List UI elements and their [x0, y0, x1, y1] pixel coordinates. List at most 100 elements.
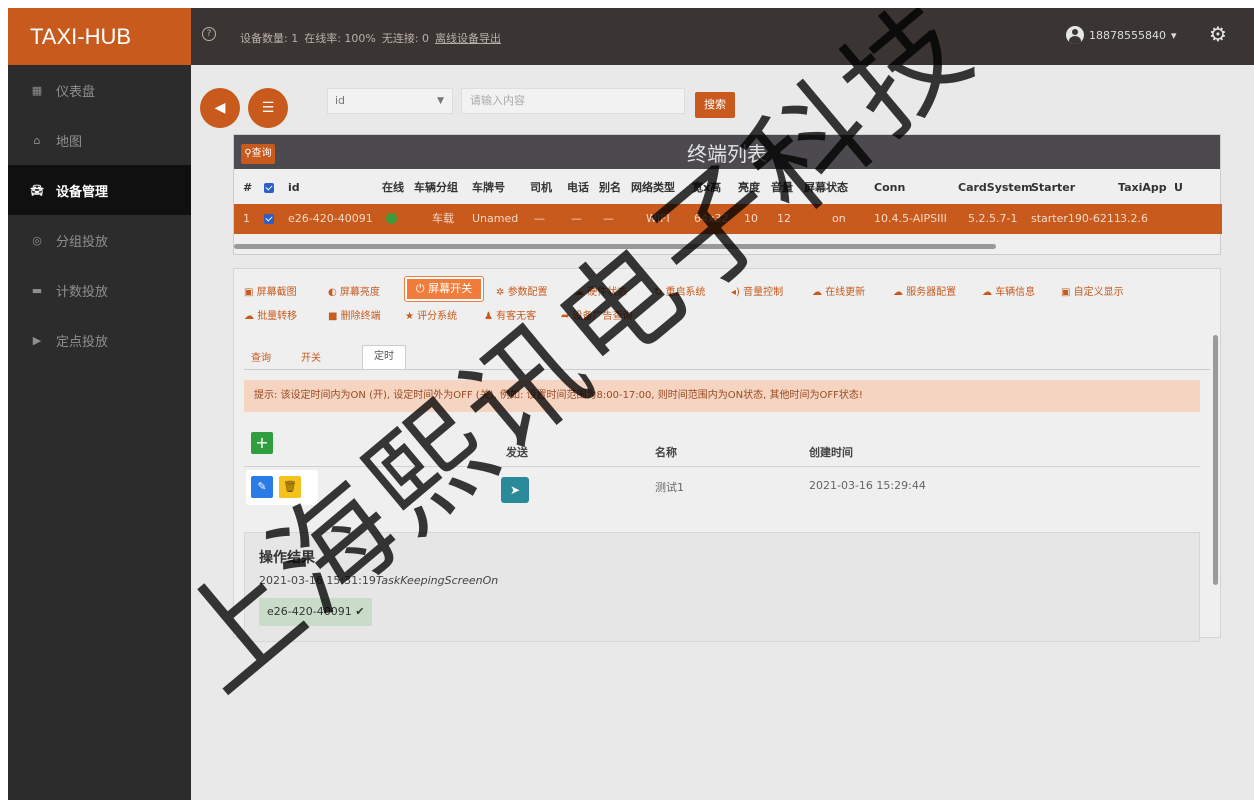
cell-plate: Unamed [472, 212, 519, 225]
search-input[interactable]: 请输入内容 [461, 88, 685, 114]
col-created: 创建时间 [809, 446, 853, 459]
op-reboot[interactable]: ↻ 重启系统 [654, 283, 706, 298]
share-icon: ➦ [561, 311, 573, 322]
op-passenger[interactable]: ♟ 有客无客 [484, 307, 536, 322]
col-header[interactable]: TaxiApp [1118, 173, 1167, 203]
col-header[interactable]: 网络类型 [631, 173, 675, 203]
op-online-update[interactable]: ☁ 在线更新 [812, 283, 865, 298]
sidebar-item-dashboard[interactable]: ▦ 仪表盘 [8, 65, 191, 115]
back-button[interactable]: ◀ [200, 88, 240, 128]
help-icon[interactable]: ? [202, 27, 216, 41]
sidebar-item-device-management[interactable]: 🚘︎ 设备管理 [8, 165, 191, 215]
sidebar-item-map[interactable]: ⌂ 地图 [8, 115, 191, 165]
paper-plane-icon: ➤ [509, 483, 521, 497]
col-header[interactable]: CardSystem [958, 173, 1033, 203]
op-label: 重启系统 [665, 287, 706, 298]
col-header[interactable]: 电话 [567, 173, 589, 203]
col-header[interactable]: 音量 [771, 173, 793, 203]
brand-logo[interactable]: TAXI-HUB [8, 8, 191, 65]
col-header[interactable]: Starter [1031, 173, 1075, 203]
result-timestamp: 2021-03-16 15:31:19 [259, 574, 376, 587]
chevron-down-icon: ▼ [437, 96, 444, 106]
op-custom-display[interactable]: ▣ 自定义显示 [1061, 283, 1124, 298]
cell-alias: — [603, 212, 614, 225]
row-actions: ✎ 🗑︎ [246, 470, 318, 505]
cell-cardsystem: 5.2.5.7-1 [968, 212, 1018, 225]
col-header[interactable]: 别名 [599, 173, 621, 203]
dashboard-icon: ▦ [31, 83, 43, 97]
tab-switch[interactable]: 开关 [301, 349, 321, 364]
op-volume[interactable]: ◂) 音量控制 [731, 283, 783, 298]
device-stats: 设备数量: 1 在线率: 100% 无连接: 0 离线设备导出 [240, 30, 501, 46]
op-batch-transfer[interactable]: ☁ 批量转移 [244, 307, 297, 322]
cloud-icon: ☁ [982, 287, 996, 298]
horizontal-scrollbar[interactable] [234, 244, 996, 249]
caret-down-icon: ▾ [1170, 28, 1177, 42]
op-label: 车辆信息 [995, 287, 1036, 298]
op-screenshot[interactable]: ▣ 屏幕截图 [244, 283, 297, 298]
table-row[interactable]: 1 e26-420-40091 车载 Unamed — — — WIFI 64x… [234, 204, 1222, 234]
sidebar-item-label: 分组投放 [56, 234, 109, 250]
op-params[interactable]: ✲ 参数配置 [496, 283, 548, 298]
add-schedule-button[interactable]: + [251, 432, 273, 454]
username: 18878555840 [1089, 28, 1166, 42]
no-connection: 无连接: 0 [381, 32, 430, 45]
cog-icon: ✲ [496, 287, 508, 298]
col-header[interactable]: # [243, 173, 252, 203]
op-screen-switch[interactable]: ⏻ 屏幕开关 [405, 277, 483, 301]
col-header[interactable]: 宽x高 [692, 173, 721, 203]
col-header[interactable]: U [1174, 173, 1183, 203]
list-button[interactable]: ☰ [248, 88, 288, 128]
op-label: 批量转移 [257, 311, 298, 322]
search-button[interactable]: 搜索 [695, 92, 735, 118]
delete-button[interactable]: 🗑︎ [279, 476, 301, 498]
row-checkbox[interactable] [264, 204, 274, 236]
op-server-config[interactable]: ☁ 服务器配置 [893, 283, 956, 298]
col-header[interactable]: 车牌号 [472, 173, 505, 203]
camera-icon: ▣ [244, 287, 257, 298]
col-header[interactable]: 车辆分组 [414, 173, 458, 203]
op-label: 评分系统 [417, 311, 458, 322]
op-hardware[interactable]: ☁ 硬件状态 [574, 283, 627, 298]
op-rating[interactable]: ★ 评分系统 [405, 307, 457, 322]
vertical-scrollbar[interactable] [1213, 335, 1218, 585]
user-menu[interactable]: 18878555840 ▾ [1066, 26, 1177, 44]
search-field-select[interactable]: id ▼ [327, 88, 453, 114]
op-vehicle-info[interactable]: ☁ 车辆信息 [982, 283, 1035, 298]
operations-panel: ▣ 屏幕截图 ◐ 屏幕亮度 ⏻ 屏幕开关 ✲ 参数配置 ☁ 硬件状态 ↻ 重启系… [233, 268, 1221, 642]
tab-timer[interactable]: 定时 [362, 345, 406, 369]
cloud-icon: ☁ [893, 287, 907, 298]
col-header[interactable]: Conn [874, 173, 905, 203]
op-label: 在线更新 [825, 287, 866, 298]
gear-icon[interactable]: ⚙ [1209, 22, 1227, 46]
col-header[interactable]: id [288, 173, 300, 203]
sidebar-item-fixed-delivery[interactable]: ▶ 定点投放 [8, 315, 191, 365]
schedule-created: 2021-03-16 15:29:44 [809, 479, 926, 492]
table-title: 终端列表 [687, 142, 767, 166]
col-header[interactable]: 在线 [382, 173, 404, 203]
op-brightness[interactable]: ◐ 屏幕亮度 [328, 283, 380, 298]
send-button[interactable]: ➤ [501, 477, 529, 503]
car-icon: 🚘︎ [30, 183, 44, 197]
col-header[interactable]: 亮度 [738, 173, 760, 203]
search-placeholder: 请输入内容 [470, 94, 525, 107]
tab-query[interactable]: 查询 [251, 349, 271, 364]
offline-export-link[interactable]: 离线设备导出 [435, 30, 501, 46]
sidebar-item-count-delivery[interactable]: ▬ 计数投放 [8, 265, 191, 315]
cell-driver: — [534, 212, 545, 225]
device-count: 设备数量: 1 [240, 32, 299, 45]
op-delete-terminal[interactable]: ■ 删除终端 [328, 307, 381, 322]
col-header[interactable]: 司机 [530, 173, 552, 203]
edit-button[interactable]: ✎ [251, 476, 273, 498]
user-avatar-icon [1066, 26, 1084, 44]
cell-group: 车载 [432, 212, 454, 225]
cell-screen: on [832, 212, 846, 225]
select-all-checkbox[interactable] [264, 173, 274, 205]
list-icon: ☰ [261, 100, 275, 116]
op-ad-query[interactable]: ➦ 设备广告查询 [561, 307, 633, 322]
op-label: 删除终端 [340, 311, 381, 322]
col-header[interactable]: 屏幕状态 [804, 173, 848, 203]
map-icon: ⌂ [33, 133, 41, 147]
sidebar-item-label: 设备管理 [56, 184, 109, 200]
sidebar-item-group-delivery[interactable]: ◎ 分组投放 [8, 215, 191, 265]
